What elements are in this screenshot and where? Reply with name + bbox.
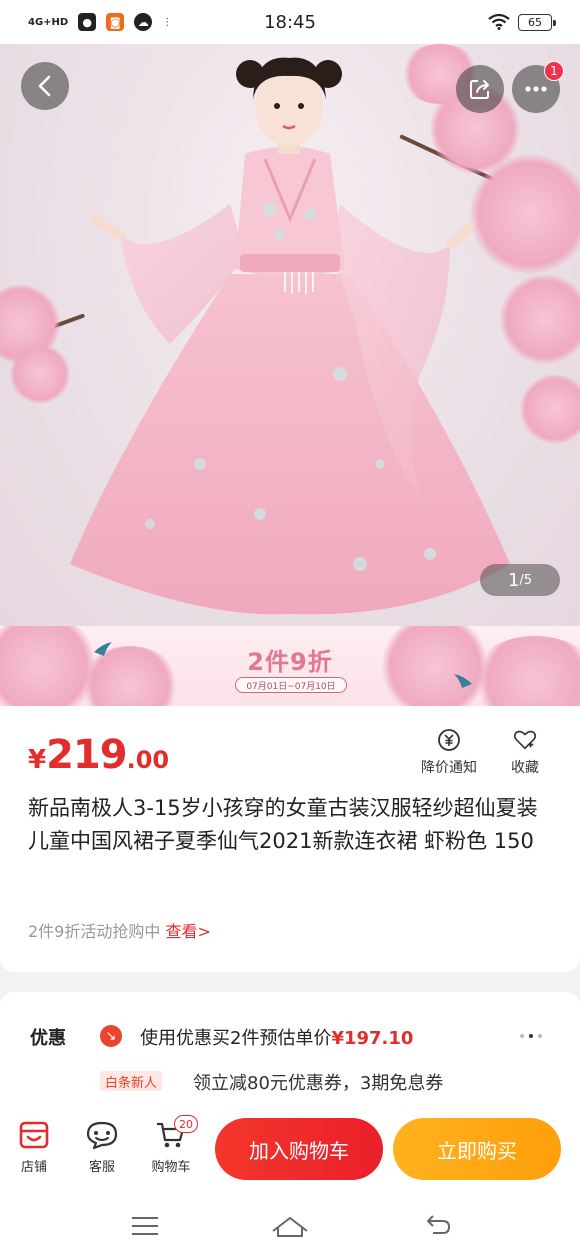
chevron-left-icon [38,75,51,97]
customer-service-button[interactable]: 客服 [72,1118,132,1175]
cloud-icon: ☁ [134,13,153,31]
signal-indicator: 4G+HD [28,16,69,28]
favorite-label: 收藏 [511,760,539,776]
discount-label: 优惠 [30,1028,66,1049]
bottom-action-bar: 店铺 客服 20 购物车 加入购物车 立即购买 [0,1100,580,1196]
baitiao-tag: 白条新人 [100,1071,163,1091]
system-nav-bar [0,1196,580,1257]
customer-service-label: 客服 [88,1160,115,1175]
buy-now-button[interactable]: 立即购买 [393,1118,561,1180]
product-title: 新品南极人3-15岁小孩穿的女童古装汉服轻纱超仙夏装儿童中国风裙子夏季仙气202… [28,796,538,853]
price-currency: ¥ [28,745,47,775]
activity-info: 2件9折活动抢购中 查看> [28,918,211,942]
notification-badge: 1 [544,61,564,81]
discount-text-prefix: 使用优惠买2件预估单价 [140,1028,332,1049]
coupon-text: 领立减80元优惠券，3期免息券 [193,1073,444,1094]
cart-button[interactable]: 20 购物车 [141,1115,201,1175]
price-alert-button[interactable]: 降价通知 [414,728,484,777]
shop-icon [19,1121,49,1149]
discount-card[interactable]: 优惠 ↘ 使用优惠买2件预估单价¥197.10 白条新人 领立减80元优惠券，3… [0,992,580,1112]
more-icon [525,86,547,92]
back-nav-icon [427,1215,451,1234]
promo-date: 07月01日~07月10日 [235,677,347,693]
status-bar: 4G+HD ● ◙ ☁ ⋮ 18:45 65 [0,0,580,44]
app-icon: ◙ [106,13,125,31]
cart-count-badge: 20 [174,1115,198,1133]
discount-price: ¥197.10 [331,1028,414,1049]
share-icon [470,80,489,99]
share-button[interactable] [456,65,504,113]
menu-nav-button[interactable] [115,1206,175,1246]
shop-label: 店铺 [20,1160,47,1175]
favorite-button[interactable]: 收藏 [490,728,560,777]
discount-text: 使用优惠买2件预估单价¥197.10 [140,1024,413,1050]
more-button[interactable]: 1 [512,61,564,113]
product-photo [70,57,510,615]
activity-view-link[interactable]: 查看> [165,922,210,941]
shop-button[interactable]: 店铺 [4,1118,64,1175]
price-alert-icon [438,729,460,751]
customer-service-icon [86,1121,118,1150]
heart-icon [513,730,537,750]
add-to-cart-button[interactable]: 加入购物车 [215,1118,383,1180]
cart-label: 购物车 [151,1160,191,1175]
coupon-arrow-icon: ↘ [100,1025,122,1047]
recents-nav-button[interactable] [408,1206,468,1246]
promo-title: 2件9折 [247,648,333,676]
home-icon [272,1217,308,1237]
price: ¥ 219 .00 [28,732,169,778]
carousel-dots [520,1034,542,1038]
activity-text: 2件9折活动抢购中 [28,922,161,941]
price-integer: 219 [46,732,127,778]
price-alert-label: 降价通知 [421,760,477,776]
promo-banner[interactable]: 2件9折 07月01日~07月10日 [0,626,580,706]
wifi-icon [488,14,510,30]
misc-status-icon: ⋮ [162,16,173,28]
product-info-card: ¥ 219 .00 降价通知 收藏 新品南极人3-15岁小孩穿的女童古装汉服轻纱… [0,706,580,972]
home-nav-button[interactable] [260,1206,320,1246]
product-image-carousel[interactable]: 1 1/5 [0,44,580,626]
pager-current: 1 [507,569,520,591]
battery-indicator: 65 [518,13,556,31]
back-button[interactable] [21,62,69,110]
qq-icon: ● [78,13,97,31]
menu-icon [132,1217,158,1235]
image-pager: 1/5 [480,564,560,596]
pager-total: /5 [519,572,533,588]
price-decimal: .00 [126,746,170,774]
